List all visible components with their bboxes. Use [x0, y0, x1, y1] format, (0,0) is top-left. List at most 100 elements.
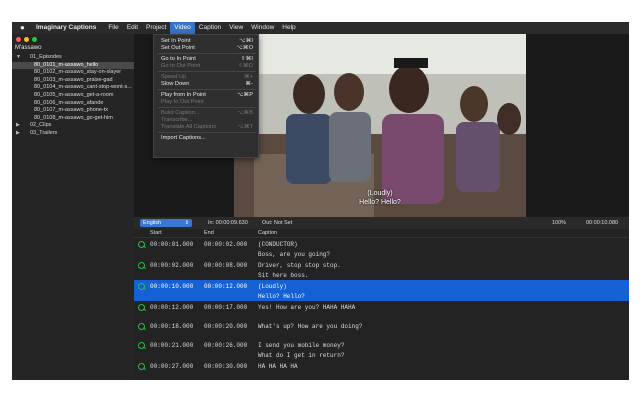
- disclosure-open-icon[interactable]: ▼: [16, 54, 21, 62]
- menu-project[interactable]: Project: [142, 22, 170, 34]
- caption-text[interactable]: (CONDUCTOR) Boss, are you going?: [258, 240, 330, 260]
- caption-text[interactable]: Yes! How are you? HAHA HAHA: [258, 303, 355, 313]
- app-menu[interactable]: Imaginary Captions: [36, 22, 96, 34]
- menu-item-set-out-point[interactable]: Set Out Point ⌥⌘O: [161, 45, 253, 52]
- caption-row[interactable]: 00:00:21.000 00:00:26.000 I send you mobil…: [134, 339, 629, 360]
- menu-bar: ● Imaginary Captions File Edit Project V…: [12, 22, 629, 34]
- menu-video[interactable]: Video: [170, 22, 195, 34]
- tree-item[interactable]: 80_0104_m-assawo_cant-stop-wont-s...: [12, 84, 134, 92]
- caption-row[interactable]: 00:00:10.000 00:00:12.000 (Loudly) Hello? …: [134, 280, 629, 301]
- menu-item-label: Import Captions...: [161, 134, 206, 141]
- menu-item-shortcut: ⌘+: [243, 73, 253, 80]
- caption-end-time[interactable]: 00:00:26.000: [204, 341, 247, 351]
- caption-start-time[interactable]: 00:00:10.000: [150, 282, 193, 292]
- tree-item-label: 80_0105_m-assawo_get-a-room: [34, 91, 114, 98]
- caption-row[interactable]: 00:00:02.000 00:00:08.000 Driver, stop sto…: [134, 259, 629, 280]
- column-header-caption[interactable]: Caption: [258, 229, 277, 237]
- menu-item-translate-all-captions: Translate All Captions ⌥⌘T: [161, 124, 253, 131]
- caption-text[interactable]: HA HA HA HA: [258, 362, 298, 372]
- tree-item[interactable]: 80_0108_m-assawo_go-get-him: [12, 115, 134, 123]
- menu-item-set-in-point[interactable]: Set In Point ⌥⌘I: [161, 38, 253, 45]
- menu-caption[interactable]: Caption: [195, 22, 225, 34]
- column-header-end[interactable]: End: [204, 229, 214, 237]
- menu-item-label: Transcribe...: [161, 116, 193, 123]
- project-title: M'assawo: [15, 45, 42, 51]
- caption-row[interactable]: 00:00:12.000 00:00:17.000 Yes! How are you…: [134, 301, 629, 320]
- menu-window[interactable]: Window: [247, 22, 278, 34]
- disclosure-closed-icon[interactable]: ▶: [16, 122, 20, 130]
- caption-end-time[interactable]: 00:00:02.000: [204, 240, 247, 250]
- search-icon[interactable]: [138, 283, 145, 290]
- caption-start-time[interactable]: 00:00:12.000: [150, 303, 193, 313]
- app-window: ● Imaginary Captions File Edit Project V…: [12, 22, 629, 380]
- caption-end-time[interactable]: 00:00:08.000: [204, 261, 247, 271]
- menu-item-play-from-in-point[interactable]: Play from In Point ⌥⌘P: [161, 92, 253, 99]
- caption-table: Start End Caption 00:00:01.000 00:00:02.0…: [134, 229, 629, 380]
- tree-folder[interactable]: ▼ 01_Episodes: [12, 54, 134, 62]
- search-icon[interactable]: [138, 342, 145, 349]
- menu-item-import-captions[interactable]: Import Captions...: [161, 135, 253, 142]
- close-window-button[interactable]: [16, 37, 21, 42]
- tree-item[interactable]: 80_0105_m-assawo_get-a-room: [12, 92, 134, 100]
- caption-text[interactable]: (Loudly) Hello? Hello?: [258, 282, 305, 302]
- tree-item-label: 80_0101_m-assawo_hello: [34, 61, 99, 68]
- language-select[interactable]: English ⇕: [140, 219, 192, 227]
- tree-item[interactable]: 80_0102_m-assawo_stay-on-slayer: [12, 69, 134, 77]
- minimize-window-button[interactable]: [24, 37, 29, 42]
- tree-item[interactable]: 80_0107_m-assawo_phone-tx: [12, 107, 134, 115]
- tree-folder[interactable]: ▶ 03_Trailers: [12, 130, 134, 138]
- menu-separator: [158, 132, 256, 134]
- menu-item-play-to-out-point: Play to Out Point: [161, 99, 253, 106]
- caption-row[interactable]: 00:00:18.000 00:00:20.000 What's up? How a…: [134, 320, 629, 339]
- menu-separator: [158, 71, 256, 73]
- menu-item-build-caption: Build Caption... ⌥⌘B: [161, 110, 253, 117]
- menu-edit[interactable]: Edit: [123, 22, 142, 34]
- caption-start-time[interactable]: 00:00:01.000: [150, 240, 193, 250]
- column-header-start[interactable]: Start: [150, 229, 162, 237]
- menu-item-shortcut: ⌥⌘I: [239, 38, 253, 44]
- caption-start-time[interactable]: 00:00:02.000: [150, 261, 193, 271]
- search-icon[interactable]: [138, 241, 145, 248]
- disclosure-closed-icon[interactable]: ▶: [16, 130, 20, 138]
- video-frame[interactable]: (Loudly) Hello? Hello?: [234, 34, 526, 217]
- caption-start-time[interactable]: 00:00:18.000: [150, 322, 193, 332]
- caption-start-time[interactable]: 00:00:21.000: [150, 341, 193, 351]
- zoom-window-button[interactable]: [32, 37, 37, 42]
- video-caption-line-1: (Loudly): [367, 190, 393, 197]
- chevron-updown-icon: ⇕: [184, 220, 189, 226]
- menu-item-go-to-in-point[interactable]: Go to In Point ⇧⌘I: [161, 56, 253, 63]
- caption-end-time[interactable]: 00:00:12.000: [204, 282, 247, 292]
- caption-row[interactable]: 00:00:27.000 00:00:30.000 HA HA HA HA: [134, 360, 629, 379]
- menu-item-label: Play to Out Point: [161, 98, 204, 105]
- caption-text[interactable]: I send you mobile money? What do I get i…: [258, 341, 344, 361]
- search-icon[interactable]: [138, 304, 145, 311]
- caption-end-time[interactable]: 00:00:17.000: [204, 303, 247, 313]
- search-icon[interactable]: [138, 323, 145, 330]
- menu-help[interactable]: Help: [278, 22, 299, 34]
- tree-item[interactable]: 80_0103_m-assawo_praise-gad: [12, 77, 134, 85]
- caption-end-time[interactable]: 00:00:30.000: [204, 362, 247, 372]
- apple-icon[interactable]: ●: [20, 22, 28, 34]
- caption-text[interactable]: What's up? How are you doing?: [258, 322, 362, 332]
- menu-view[interactable]: View: [225, 22, 247, 34]
- window-controls: [16, 37, 37, 42]
- menu-item-slow-down[interactable]: Slow Down ⌘-: [161, 81, 253, 88]
- tree-item[interactable]: 80_0106_m-assawo_afande: [12, 100, 134, 108]
- tree-item-label: 80_0108_m-assawo_go-get-him: [34, 114, 113, 121]
- tree-folder[interactable]: ▶ 02_Clips: [12, 122, 134, 130]
- caption-row[interactable]: 00:00:01.000 00:00:02.000 (CONDUCTOR) Boss…: [134, 238, 629, 259]
- menu-file[interactable]: File: [104, 22, 122, 34]
- menu-item-label: Build Caption...: [161, 109, 200, 116]
- search-icon[interactable]: [138, 262, 145, 269]
- project-sidebar: M'assawo ▼ 01_Episodes 80_0101_m-assawo_he…: [12, 34, 134, 380]
- in-point-readout: In: 00:00:09.630: [208, 220, 248, 226]
- tree-item[interactable]: 80_0101_m-assawo_hello: [12, 61, 134, 70]
- menu-item-shortcut: ⌥⌘B: [236, 109, 253, 116]
- caption-end-time[interactable]: 00:00:20.000: [204, 322, 247, 332]
- menu-item-shortcut: ⌥⌘P: [236, 91, 253, 98]
- caption-start-time[interactable]: 00:00:27.000: [150, 362, 193, 372]
- caption-text[interactable]: Driver, stop stop stop. Sit here boss.: [258, 261, 341, 281]
- menu-separator: [158, 107, 256, 109]
- search-icon[interactable]: [138, 363, 145, 370]
- tree-item-label: 80_0107_m-assawo_phone-tx: [34, 107, 108, 114]
